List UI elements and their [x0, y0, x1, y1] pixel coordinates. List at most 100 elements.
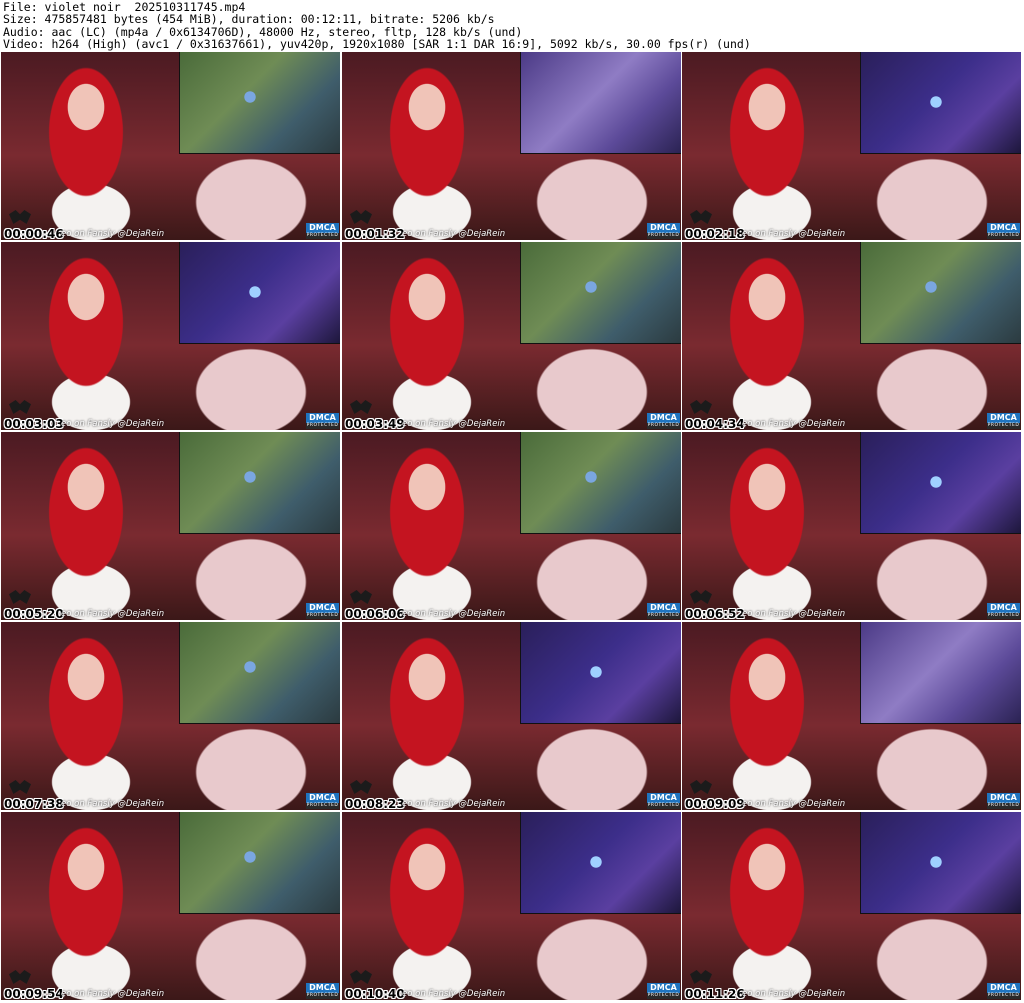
thumbnail-timestamp: 00:02:18: [685, 227, 745, 240]
dmca-badge-icon: DMCA PROTECTED: [306, 793, 339, 809]
fansly-watermark: eo on Fansly @DejaRein: [742, 799, 846, 809]
thumbnail-frame: 00:11:26 eo on Fansly @DejaRein DMCA PROTEC…: [682, 812, 1021, 1000]
dmca-badge-sublabel: PROTECTED: [987, 613, 1020, 618]
dmca-badge-icon: DMCA PROTECTED: [306, 603, 339, 619]
thumbnail-timestamp: 00:03:03: [4, 417, 64, 430]
dmca-badge-label: DMCA: [647, 603, 680, 613]
fansly-watermark: eo on Fansly @DejaRein: [742, 229, 846, 239]
dmca-badge-sublabel: PROTECTED: [647, 613, 680, 618]
thumbnail-timestamp: 00:06:52: [685, 607, 745, 620]
fansly-watermark: eo on Fansly @DejaRein: [402, 799, 506, 809]
game-screen-image: [860, 52, 1021, 154]
dmca-badge-label: DMCA: [987, 223, 1020, 233]
thumbnail-timestamp: 00:07:38: [4, 797, 64, 810]
game-screen-image: [860, 622, 1021, 724]
dmca-badge-sublabel: PROTECTED: [647, 423, 680, 428]
game-screen-image: [860, 432, 1021, 534]
dmca-badge-sublabel: PROTECTED: [647, 233, 680, 238]
dmca-badge-sublabel: PROTECTED: [647, 993, 680, 998]
dmca-badge-sublabel: PROTECTED: [987, 423, 1020, 428]
dmca-badge-sublabel: PROTECTED: [987, 233, 1020, 238]
file-name-line: File: violet_noir__202510311745.mp4: [3, 1, 246, 14]
fansly-watermark: eo on Fansly @DejaRein: [61, 609, 165, 619]
dmca-badge-label: DMCA: [987, 413, 1020, 423]
thumbnail-timestamp: 00:09:54: [4, 987, 64, 1000]
thumbnail-timestamp: 00:06:06: [345, 607, 405, 620]
thumbnail-frame: 00:07:38 eo on Fansly @DejaRein DMCA PROTEC…: [1, 622, 340, 810]
dmca-badge-label: DMCA: [987, 793, 1020, 803]
thumbnail-grid: 00:00:46 eo on Fansly @DejaRein DMCA PROTEC…: [1, 52, 1023, 1003]
thumbnail-frame: 00:06:06 eo on Fansly @DejaRein DMCA PROTEC…: [342, 432, 681, 620]
dmca-badge-label: DMCA: [987, 603, 1020, 613]
dmca-badge-sublabel: PROTECTED: [987, 993, 1020, 998]
dmca-badge-icon: DMCA PROTECTED: [647, 983, 680, 999]
dmca-badge-icon: DMCA PROTECTED: [306, 413, 339, 429]
thumbnail-frame: 00:06:52 eo on Fansly @DejaRein DMCA PROTEC…: [682, 432, 1021, 620]
game-screen-image: [860, 242, 1021, 344]
dmca-badge-icon: DMCA PROTECTED: [987, 793, 1020, 809]
dmca-badge-sublabel: PROTECTED: [306, 233, 339, 238]
fansly-watermark: eo on Fansly @DejaRein: [61, 419, 165, 429]
fansly-watermark: eo on Fansly @DejaRein: [402, 609, 506, 619]
thumbnail-frame: 00:03:49 eo on Fansly @DejaRein DMCA PROTEC…: [342, 242, 681, 430]
dmca-badge-icon: DMCA PROTECTED: [647, 413, 680, 429]
game-screen-image: [179, 622, 340, 724]
thumbnail-timestamp: 00:05:20: [4, 607, 64, 620]
dmca-badge-label: DMCA: [306, 793, 339, 803]
dmca-badge-sublabel: PROTECTED: [306, 423, 339, 428]
thumbnail-timestamp: 00:08:23: [345, 797, 405, 810]
thumbnail-frame: 00:01:32 eo on Fansly @DejaRein DMCA PROTEC…: [342, 52, 681, 240]
thumbnail-frame: 00:02:18 eo on Fansly @DejaRein DMCA PROTEC…: [682, 52, 1021, 240]
thumbnail-timestamp: 00:00:46: [4, 227, 64, 240]
fansly-watermark: eo on Fansly @DejaRein: [402, 989, 506, 999]
fansly-watermark: eo on Fansly @DejaRein: [742, 609, 846, 619]
game-screen-image: [179, 812, 340, 914]
file-size-line: Size: 475857481 bytes (454 MiB), duratio…: [3, 13, 495, 26]
fansly-watermark: eo on Fansly @DejaRein: [742, 419, 846, 429]
thumbnail-timestamp: 00:01:32: [345, 227, 405, 240]
thumbnail-frame: 00:05:20 eo on Fansly @DejaRein DMCA PROTEC…: [1, 432, 340, 620]
thumbnail-timestamp: 00:04:34: [685, 417, 745, 430]
dmca-badge-icon: DMCA PROTECTED: [987, 983, 1020, 999]
dmca-badge-label: DMCA: [647, 983, 680, 993]
dmca-badge-icon: DMCA PROTECTED: [987, 413, 1020, 429]
dmca-badge-icon: DMCA PROTECTED: [987, 603, 1020, 619]
dmca-badge-label: DMCA: [306, 983, 339, 993]
thumbnail-frame: 00:10:40 eo on Fansly @DejaRein DMCA PROTEC…: [342, 812, 681, 1000]
dmca-badge-sublabel: PROTECTED: [306, 613, 339, 618]
dmca-badge-label: DMCA: [306, 223, 339, 233]
thumbnail-frame: 00:08:23 eo on Fansly @DejaRein DMCA PROTEC…: [342, 622, 681, 810]
thumbnail-timestamp: 00:10:40: [345, 987, 405, 1000]
thumbnail-frame: 00:04:34 eo on Fansly @DejaRein DMCA PROTEC…: [682, 242, 1021, 430]
thumbnail-timestamp: 00:09:09: [685, 797, 745, 810]
dmca-badge-icon: DMCA PROTECTED: [306, 983, 339, 999]
audio-info-line: Audio: aac (LC) (mp4a / 0x6134706D), 480…: [3, 25, 523, 39]
fansly-watermark: eo on Fansly @DejaRein: [61, 989, 165, 999]
dmca-badge-label: DMCA: [647, 793, 680, 803]
game-screen-image: [520, 622, 681, 724]
game-screen-image: [520, 812, 681, 914]
fansly-watermark: eo on Fansly @DejaRein: [402, 229, 506, 239]
dmca-badge-icon: DMCA PROTECTED: [647, 223, 680, 239]
game-screen-image: [520, 52, 681, 154]
video-info-line: Video: h264 (High) (avc1 / 0x31637661), …: [3, 38, 751, 51]
thumbnail-frame: 00:09:54 eo on Fansly @DejaRein DMCA PROTEC…: [1, 812, 340, 1000]
dmca-badge-icon: DMCA PROTECTED: [987, 223, 1020, 239]
dmca-badge-label: DMCA: [306, 603, 339, 613]
game-screen-image: [179, 432, 340, 534]
dmca-badge-label: DMCA: [647, 413, 680, 423]
game-screen-image: [520, 242, 681, 344]
game-screen-image: [179, 242, 340, 344]
dmca-badge-icon: DMCA PROTECTED: [306, 223, 339, 239]
game-screen-image: [179, 52, 340, 154]
file-info-header: File: violet_noir__202510311745.mp4 Size…: [3, 1, 1021, 51]
fansly-watermark: eo on Fansly @DejaRein: [61, 229, 165, 239]
dmca-badge-sublabel: PROTECTED: [306, 993, 339, 998]
thumbnail-frame: 00:00:46 eo on Fansly @DejaRein DMCA PROTEC…: [1, 52, 340, 240]
fansly-watermark: eo on Fansly @DejaRein: [742, 989, 846, 999]
fansly-watermark: eo on Fansly @DejaRein: [61, 799, 165, 809]
dmca-badge-icon: DMCA PROTECTED: [647, 603, 680, 619]
fansly-watermark: eo on Fansly @DejaRein: [402, 419, 506, 429]
dmca-badge-label: DMCA: [306, 413, 339, 423]
dmca-badge-icon: DMCA PROTECTED: [647, 793, 680, 809]
